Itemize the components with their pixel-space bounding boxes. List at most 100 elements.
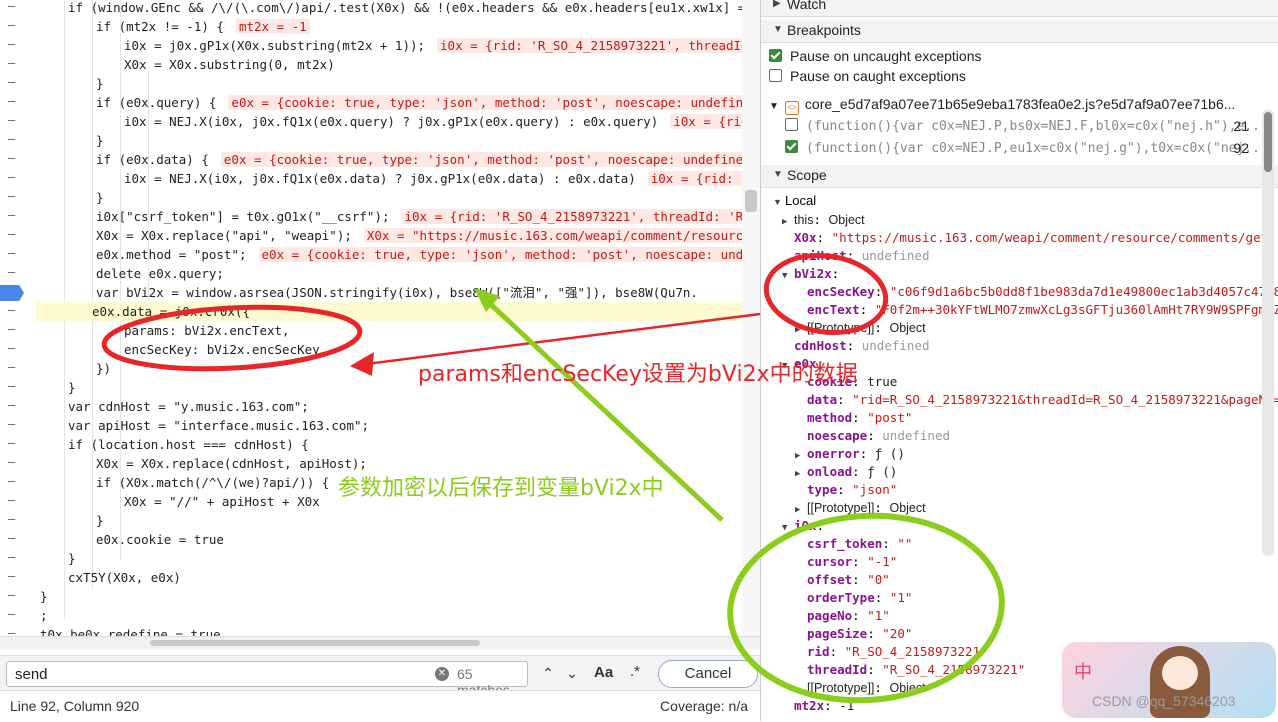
gutter-marker[interactable]: – — [8, 398, 20, 412]
gutter-marker[interactable]: – — [8, 341, 20, 355]
gutter-marker[interactable]: – — [8, 474, 20, 488]
scope-variable[interactable]: ▶cursor: "-1" — [795, 553, 897, 571]
scope-variable[interactable]: ▶pageNo: "1" — [795, 607, 890, 625]
gutter-marker[interactable]: – — [8, 37, 20, 51]
scope-variable[interactable]: ▶pageSize: "20" — [795, 625, 912, 643]
checked-checkbox[interactable] — [769, 49, 782, 62]
gutter-marker[interactable]: – — [8, 436, 20, 450]
previous-match-button[interactable]: ⌃ — [538, 665, 558, 683]
code-line[interactable]: if (e0x.data) {e0x = {cookie: true, type… — [40, 150, 760, 169]
gutter-marker[interactable]: – — [8, 246, 20, 260]
gutter-marker[interactable]: – — [8, 0, 20, 13]
gutter-marker[interactable]: – — [8, 303, 20, 317]
unchecked-checkbox[interactable] — [769, 69, 782, 82]
watch-section-header[interactable]: ▶ Watch — [761, 0, 1278, 17]
gutter-marker[interactable]: – — [8, 132, 20, 146]
gutter-marker[interactable]: – — [8, 455, 20, 469]
gutter-marker[interactable]: – — [8, 531, 20, 545]
code-line[interactable]: t0x.be0x.redefine = true — [40, 625, 760, 636]
cancel-button[interactable]: Cancel — [658, 660, 758, 688]
gutter-marker[interactable]: – — [8, 208, 20, 222]
gutter-marker[interactable]: – — [8, 56, 20, 70]
breakpoints-section-header[interactable]: ▼ Breakpoints — [761, 20, 1278, 43]
scope-variable[interactable]: ▶ [[Prototype]]: Object — [795, 499, 926, 517]
code-line[interactable]: i0x["csrf_token"] = t0x.gO1x("__csrf"); i… — [40, 207, 760, 226]
scope-variable[interactable]: ▶X0x: "https://music.163.com/weapi/comme… — [782, 229, 1276, 247]
gutter-marker[interactable]: – — [8, 512, 20, 526]
editor-vertical-scroll-thumb[interactable] — [745, 190, 757, 212]
scope-variable[interactable]: ▶ this: Object — [782, 211, 865, 229]
code-line[interactable]: var apiHost = "interface.music.163.com"; — [40, 416, 760, 435]
code-line[interactable]: var cdnHost = "y.music.163.com"; — [40, 397, 760, 416]
code-line[interactable]: } — [40, 74, 760, 93]
scope-variable[interactable]: ▼ bVi2x: — [782, 265, 839, 283]
code-line[interactable]: } — [40, 587, 760, 606]
coverage-status[interactable]: Coverage: n/a — [660, 698, 748, 714]
code-line[interactable]: } — [40, 188, 760, 207]
gutter-marker[interactable]: – — [8, 18, 20, 32]
code-line[interactable]: e0x.method = "post"; e0x = {cookie: true,… — [40, 245, 760, 264]
code-line[interactable]: if (e0x.query) {e0x = {cookie: true, typ… — [40, 93, 760, 112]
code-line[interactable]: ; — [40, 606, 760, 625]
code-line[interactable]: delete e0x.query; — [40, 264, 760, 283]
code-line[interactable]: var bVi2x = window.asrsea(JSON.stringify… — [40, 283, 760, 302]
code-line[interactable]: X0x = X0x.replace("api", "weapi"); X0x = … — [40, 226, 760, 245]
code-line[interactable]: params: bVi2x.encText, — [40, 321, 760, 340]
checked-checkbox[interactable] — [785, 140, 798, 153]
scope-variable[interactable]: ▶orderType: "1" — [795, 589, 912, 607]
breakpoint-marker-icon[interactable] — [0, 285, 24, 301]
breakpoint-entry[interactable]: (function(){var c0x=NEJ.P,eu1x=c0x("nej.… — [785, 140, 1268, 156]
code-line[interactable]: if (mt2x != -1) {mt2x = -1 — [40, 17, 760, 36]
scope-variable[interactable]: ▶cdnHost: undefined — [782, 337, 929, 355]
code-line[interactable]: } — [40, 511, 760, 530]
scope-variable[interactable]: ▶encText: "F0f2m++30kYFtWLMO7zmwXcLg3sGF… — [795, 301, 1278, 319]
code-line[interactable]: cxT5Y(X0x, e0x) — [40, 568, 760, 587]
scope-variable[interactable]: ▶noescape: undefined — [795, 427, 950, 445]
gutter-marker[interactable]: – — [8, 189, 20, 203]
pause-uncaught-option[interactable]: Pause on uncaught exceptions — [769, 48, 981, 64]
unchecked-checkbox[interactable] — [785, 118, 798, 131]
code-line[interactable]: if (location.host === cdnHost) { — [40, 435, 760, 454]
search-box[interactable]: ✕ 65 matches — [6, 661, 528, 698]
scope-variable[interactable]: ▶mt2x: -1 — [782, 697, 854, 715]
scope-variable[interactable]: ▼ i0x: — [782, 517, 824, 535]
clear-search-icon[interactable]: ✕ — [435, 667, 449, 681]
search-input[interactable] — [13, 665, 427, 684]
code-line[interactable]: e0x.data = j0x.cr0x({ — [36, 302, 760, 321]
scope-variable[interactable]: ▶encSecKey: "c06f9d1a6bc5b0dd8f1be983da7… — [795, 283, 1278, 301]
scope-variable[interactable]: ▶rid: "R_SO_4_2158973221" — [795, 643, 988, 661]
gutter-marker[interactable]: – — [8, 626, 20, 636]
gutter-marker[interactable]: – — [8, 227, 20, 241]
gutter-marker[interactable]: – — [8, 607, 20, 621]
scope-variable[interactable]: ▶type: "json" — [795, 481, 897, 499]
editor-horizontal-scroll-thumb[interactable] — [150, 640, 480, 646]
scope-variable[interactable]: ▶offset: "0" — [795, 571, 890, 589]
code-line[interactable]: i0x = NEJ.X(i0x, j0x.fQ1x(e0x.query) ? j… — [40, 112, 760, 131]
sidebar-scroll-thumb[interactable] — [1264, 112, 1272, 172]
scope-variable[interactable]: ▶csrf_token: "" — [795, 535, 912, 553]
scope-variable[interactable]: ▶apiHost: undefined — [782, 247, 929, 265]
local-scope-header[interactable]: ▼ Local — [773, 192, 816, 210]
scope-variable[interactable]: ▶ onload: ƒ () — [795, 463, 897, 481]
scope-variable[interactable]: ▶data: "rid=R_SO_4_2158973221&threadId=R… — [795, 391, 1278, 409]
gutter-marker[interactable]: – — [8, 75, 20, 89]
sidebar-scrollbar[interactable] — [1262, 110, 1274, 556]
code-editor[interactable]: – if (window.GEnc && /\/(\.com\/)api/.tes… — [0, 0, 760, 636]
scope-variable[interactable]: ▶ [[Prototype]]: Object — [795, 319, 926, 337]
scope-variable[interactable]: ▶method: "post" — [795, 409, 912, 427]
regex-button[interactable]: .* — [630, 663, 640, 680]
breakpoint-file[interactable]: ▼ <> core_e5d7af9a07ee71b65e9eba1783fea0e2… — [769, 96, 1269, 115]
scope-variable[interactable]: ▶ onerror: ƒ () — [795, 445, 905, 463]
scope-variable[interactable]: ▶threadId: "R_SO_4_2158973221" — [795, 661, 1025, 679]
breakpoint-entry[interactable]: (function(){var c0x=NEJ.P,bs0x=NEJ.F,bl0… — [785, 118, 1268, 134]
gutter-marker[interactable]: – — [8, 151, 20, 165]
gutter-marker[interactable]: – — [8, 569, 20, 583]
gutter-marker[interactable]: – — [8, 170, 20, 184]
expand-arrow-icon[interactable]: ▼ — [782, 267, 794, 285]
code-line[interactable]: X0x = X0x.substring(0, mt2x) — [40, 55, 760, 74]
gutter-marker[interactable]: – — [8, 322, 20, 336]
gutter-marker[interactable]: – — [8, 379, 20, 393]
pause-caught-option[interactable]: Pause on caught exceptions — [769, 68, 966, 84]
code-line[interactable]: e0x.cookie = true — [40, 530, 760, 549]
expand-arrow-icon[interactable]: ▼ — [782, 519, 794, 537]
